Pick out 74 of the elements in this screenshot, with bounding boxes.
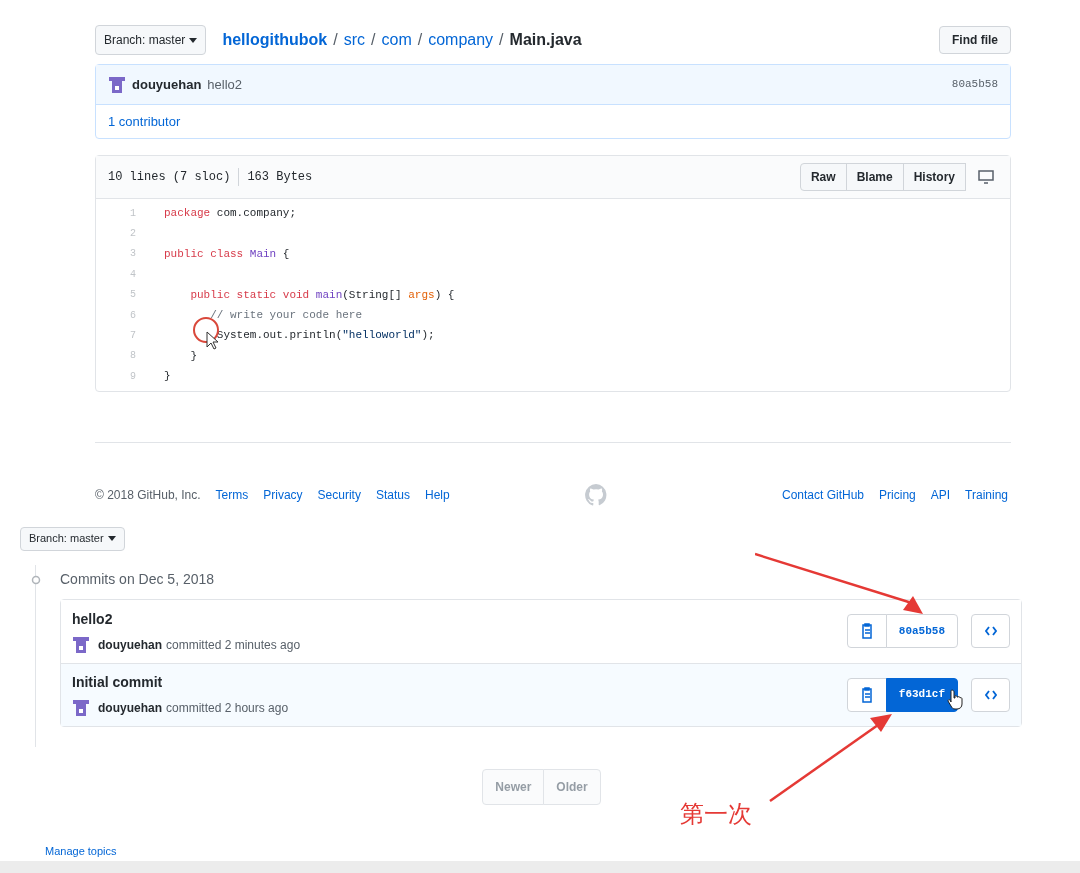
commit-title[interactable]: hello2 [72,608,301,630]
code-line: } [164,369,171,385]
avatar-icon [72,699,90,717]
hand-cursor-icon [947,688,965,710]
footer-link[interactable]: Security [317,485,361,504]
clipboard-icon [859,686,874,703]
author-name[interactable]: douyuehan [98,635,162,654]
code-line: public class Main { [164,246,290,262]
annotation-label: 第一次 [680,799,752,830]
contributors-link[interactable]: 1 contributor [108,111,181,132]
copyright-text: © 2018 GitHub, Inc. [95,486,201,504]
line-number: 1 [129,206,136,221]
code-line: } [189,348,197,364]
file-size: 163 Bytes [246,169,313,186]
code-icon [984,689,997,700]
code-line: System.out.println("helloworld"); [215,328,435,344]
branch-button[interactable]: Branch: master [20,526,125,551]
line-count: 10 lines (7 sloc) [108,168,240,186]
breadcrumb-link[interactable]: company [428,28,494,52]
breadcrumb-separator: / [499,30,504,50]
manage-topics-link[interactable]: Manage topics [45,843,117,860]
footer-link[interactable]: Help [424,485,450,504]
browse-code-button[interactable] [971,677,1010,712]
code-icon [984,626,997,636]
footer-link[interactable]: API [930,485,951,504]
commit-meta: committed 2 hours ago [166,700,289,717]
breadcrumb-separator: / [333,30,338,50]
breadcrumb-separator: / [417,30,423,50]
clipboard-icon [859,623,874,639]
footer-link[interactable]: Privacy [263,485,303,504]
breadcrumb-link[interactable]: com [381,28,412,52]
file-action-button[interactable]: Blame [845,163,904,191]
caret-icon [189,37,198,43]
code-line: public static void main(String[] args) { [189,287,455,303]
commit-message[interactable]: hello2 [207,74,243,95]
commit-hash-button[interactable]: f63d1cf [885,677,958,712]
browse-code-button[interactable] [971,614,1010,648]
author-name[interactable]: douyuehan [98,699,162,717]
line-number: 4 [129,267,136,282]
caret-icon [107,536,116,541]
line-number: 2 [129,227,136,242]
branch-button[interactable]: Branch: master [95,25,207,55]
file-action-button[interactable]: Raw [799,163,847,191]
line-number: 9 [129,369,136,384]
commit-title[interactable]: Initial commit [72,672,289,693]
avatar-icon [108,75,126,94]
author-name[interactable]: douyuehan [132,74,202,95]
breadcrumb-link[interactable]: src [343,28,366,52]
line-number: 7 [129,329,136,344]
breadcrumb-link[interactable]: hellogithubok [222,28,328,52]
line-number: 8 [129,349,136,364]
code-line: // write your code here [209,307,363,323]
line-number: 6 [129,308,136,323]
footer-link[interactable]: Contact GitHub [782,485,865,504]
footer-link[interactable]: Terms [215,485,249,504]
code-line: package com.company; [164,205,297,221]
copy-button[interactable] [846,614,887,648]
commit-group-title: Commits on Dec 5, 2018 [60,570,215,589]
breadcrumb-current: Main.java [509,30,582,50]
find-file-button[interactable]: Find file [939,26,1011,54]
line-number: 5 [129,288,136,303]
commit-meta: committed 2 minutes ago [166,636,301,654]
avatar-icon [72,635,90,654]
desktop-icon[interactable] [978,170,994,184]
footer-link[interactable]: Training [965,485,1008,504]
file-action-button[interactable]: History [902,163,966,191]
footer-link[interactable]: Status [375,485,410,504]
commit-dot-icon [30,573,42,586]
commit-hash[interactable]: 80a5b58 [951,76,998,93]
line-number: 3 [129,247,136,262]
copy-button[interactable] [846,677,887,712]
breadcrumb-separator: / [371,30,376,50]
footer-link[interactable]: Pricing [879,485,916,504]
commit-hash-button[interactable]: 80a5b58 [885,614,958,648]
